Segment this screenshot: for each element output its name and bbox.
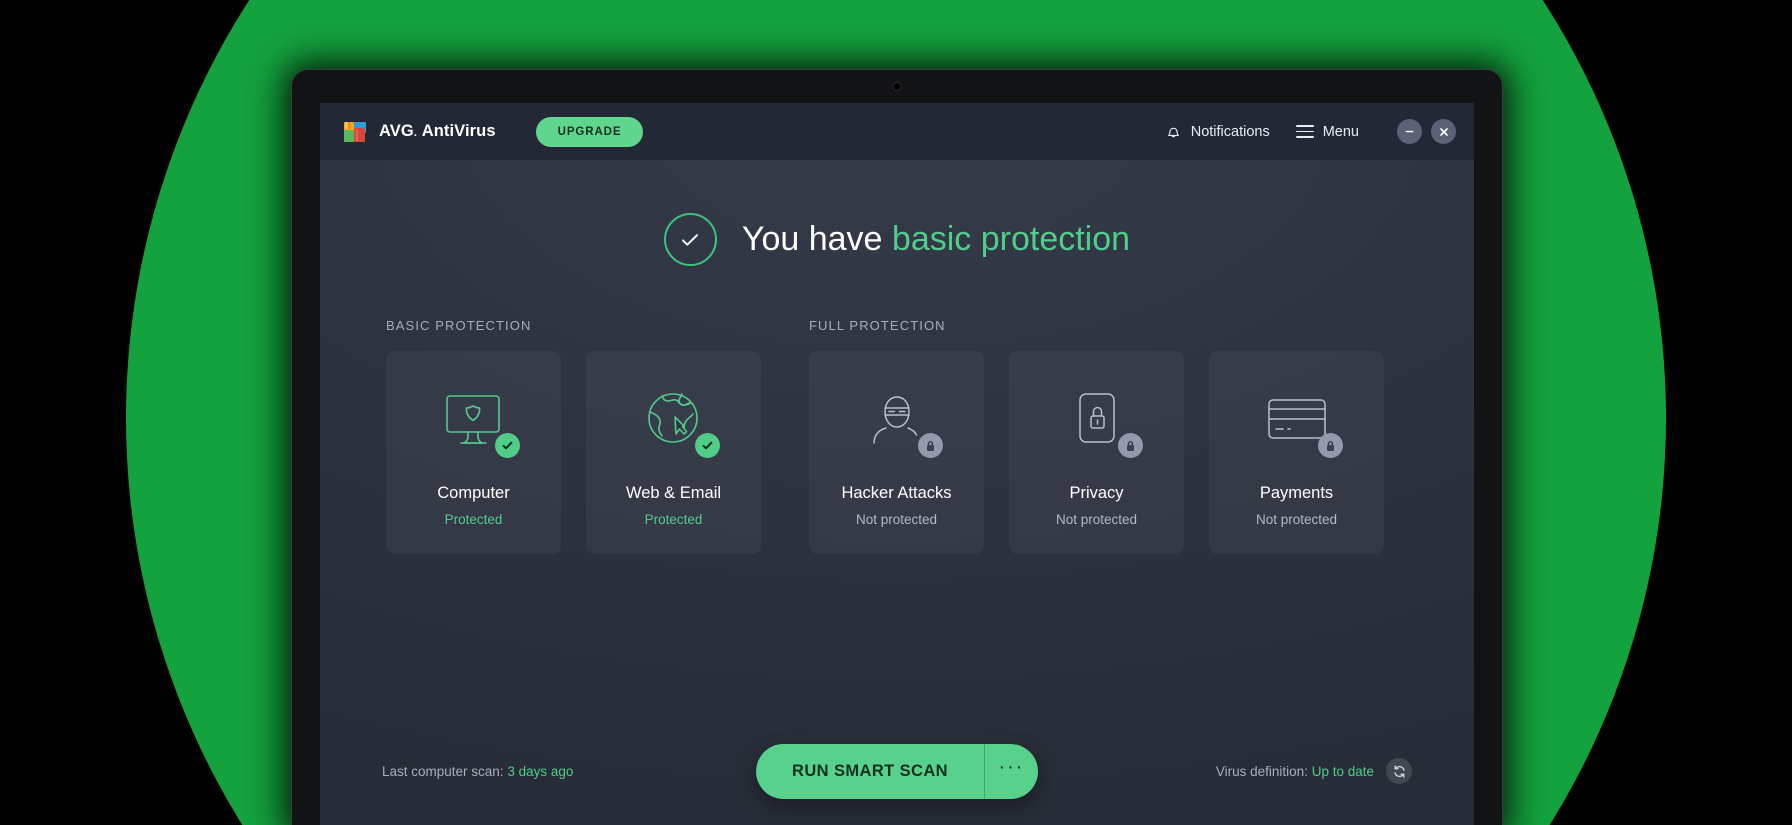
- footer-bar: Last computer scan: 3 days ago RUN SMART…: [320, 743, 1474, 799]
- virus-definition-value: Up to date: [1311, 763, 1374, 779]
- scan-options-button[interactable]: ···: [983, 743, 1038, 799]
- virus-definition-text: Virus definition: Up to date: [1216, 764, 1374, 779]
- check-badge-icon: [494, 433, 520, 458]
- hacker-icon: [860, 385, 943, 459]
- avg-logo-icon: [342, 118, 370, 146]
- lock-badge-icon: [917, 433, 943, 458]
- protection-status-hero: You have basic protection: [320, 213, 1474, 266]
- menu-button[interactable]: Menu: [1295, 123, 1359, 140]
- tile-title: Hacker Attacks: [841, 484, 952, 502]
- globe-cursor-icon: [637, 385, 720, 459]
- screenshot-root: AVG. AntiVirus UPGRADE Notifications Men…: [0, 0, 1792, 825]
- full-protection-label: FULL PROTECTION: [809, 318, 946, 333]
- check-circle-icon: [663, 213, 717, 266]
- tile-hacker-attacks[interactable]: Hacker Attacks Not protected: [809, 351, 984, 554]
- tile-status: Protected: [444, 512, 503, 527]
- window-controls: [1397, 119, 1456, 144]
- laptop-frame: AVG. AntiVirus UPGRADE Notifications Men…: [292, 70, 1502, 825]
- tile-payments[interactable]: Payments Not protected: [1209, 351, 1384, 554]
- webcam-icon: [892, 82, 902, 91]
- notifications-button[interactable]: Notifications: [1165, 123, 1270, 140]
- minimize-icon[interactable]: [1397, 119, 1422, 144]
- bell-icon: [1165, 123, 1182, 140]
- tile-status: Not protected: [1255, 512, 1338, 527]
- tile-title: Computer: [437, 484, 510, 502]
- tile-title: Privacy: [1069, 484, 1124, 502]
- brand: AVG. AntiVirus: [342, 118, 496, 146]
- title-bar: AVG. AntiVirus UPGRADE Notifications Men…: [320, 103, 1474, 160]
- check-badge-icon: [694, 433, 720, 458]
- protection-sections: BASIC PROTECTION Computer Protected Web …: [386, 318, 1474, 554]
- page-title: You have basic protection: [742, 220, 1130, 259]
- smart-scan-control: RUN SMART SCAN ···: [756, 743, 1038, 799]
- lock-badge-icon: [1117, 433, 1143, 458]
- basic-protection-label: BASIC PROTECTION: [386, 318, 532, 333]
- tile-status: Not protected: [855, 512, 938, 527]
- brand-product: AntiVirus: [421, 122, 496, 140]
- monitor-shield-icon: [437, 385, 520, 459]
- avg-antivirus-window: AVG. AntiVirus UPGRADE Notifications Men…: [320, 103, 1474, 825]
- basic-protection-section: BASIC PROTECTION Computer Protected Web …: [386, 318, 761, 554]
- tile-privacy[interactable]: Privacy Not protected: [1009, 351, 1184, 554]
- lock-document-icon: [1060, 385, 1143, 459]
- brand-avg: AVG: [379, 122, 414, 140]
- tile-web-email[interactable]: Web & Email Protected: [586, 351, 761, 554]
- virus-definition-label: Virus definition:: [1215, 763, 1312, 779]
- title-bar-right: Notifications Menu: [1165, 119, 1456, 144]
- run-smart-scan-button[interactable]: RUN SMART SCAN: [756, 744, 984, 799]
- tile-title: Web & Email: [625, 484, 722, 502]
- hamburger-icon: [1295, 125, 1314, 138]
- notifications-label: Notifications: [1190, 123, 1270, 140]
- full-protection-tiles: Hacker Attacks Not protected Privacy Not…: [809, 351, 1384, 554]
- tile-status: Not protected: [1055, 512, 1138, 527]
- last-scan-value: 3 days ago: [507, 763, 574, 779]
- last-scan-label: Last computer scan:: [382, 763, 508, 779]
- virus-definition-info: Virus definition: Up to date: [1216, 758, 1412, 784]
- menu-label: Menu: [1322, 123, 1359, 140]
- last-scan-info: Last computer scan: 3 days ago: [382, 764, 573, 779]
- full-protection-section: FULL PROTECTION Hacker Attacks Not prote…: [809, 318, 1384, 554]
- upgrade-button[interactable]: UPGRADE: [535, 116, 644, 147]
- basic-protection-tiles: Computer Protected Web & Email Protected: [386, 351, 761, 554]
- lock-badge-icon: [1317, 433, 1343, 458]
- brand-label: AVG. AntiVirus: [379, 122, 496, 140]
- tile-computer[interactable]: Computer Protected: [386, 351, 561, 554]
- refresh-icon[interactable]: [1386, 758, 1412, 784]
- tile-title: Payments: [1259, 484, 1334, 502]
- tile-status: Protected: [644, 512, 703, 527]
- close-icon[interactable]: [1431, 119, 1456, 144]
- hero-text-plain: You have: [741, 220, 892, 258]
- hero-text-accent: basic protection: [891, 220, 1131, 258]
- credit-card-icon: [1260, 385, 1343, 459]
